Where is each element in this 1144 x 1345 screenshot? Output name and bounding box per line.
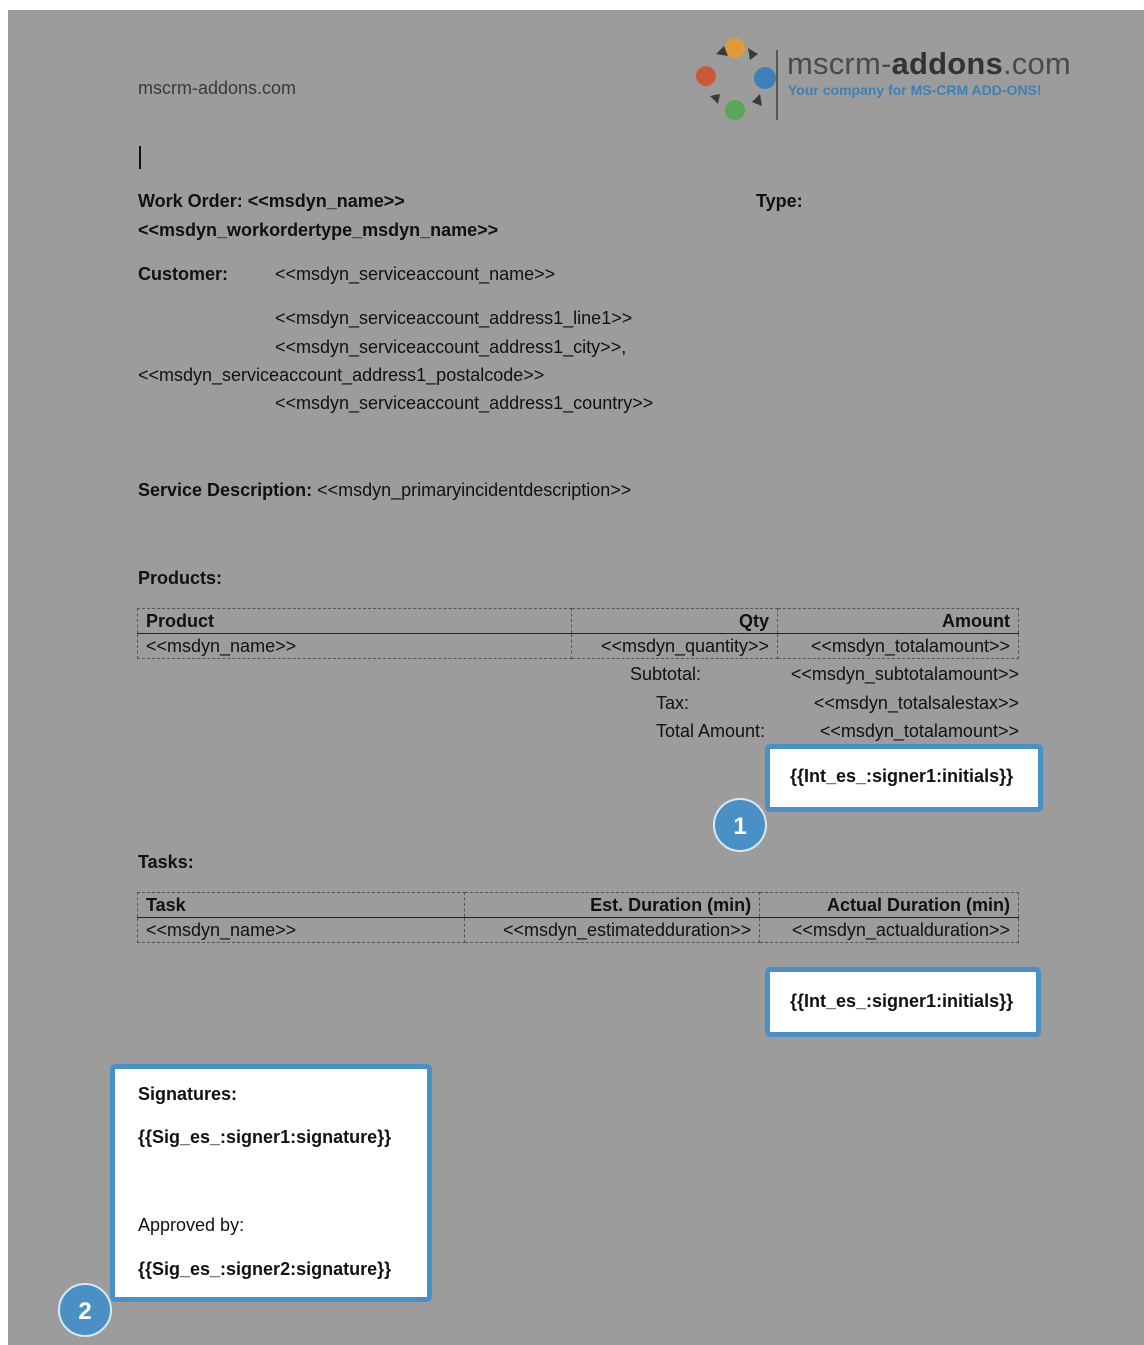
approved-by-label: Approved by:	[138, 1215, 245, 1235]
products-header-product: Product	[136, 608, 573, 634]
tasks-cell-actual-duration: <<msdyn_actualduration>>	[759, 917, 1019, 943]
products-cell-amount: <<msdyn_totalamount>>	[777, 633, 1019, 659]
logo-icon	[696, 38, 778, 120]
customer-address-line1: <<msdyn_serviceaccount_address1_line1>>	[275, 308, 633, 328]
products-title: Products:	[138, 568, 223, 588]
work-order-type-value: <<msdyn_workordertype_msdyn_name>>	[138, 220, 499, 240]
header-site-text: mscrm-addons.com	[138, 78, 297, 98]
customer-label: Customer:	[138, 264, 229, 284]
tax-value: <<msdyn_totalsalestax>>	[813, 693, 1019, 713]
products-header-row: Product Qty Amount	[136, 608, 1019, 634]
table-row: <<msdyn_name>> <<msdyn_estimatedduration…	[136, 917, 1019, 943]
tasks-header-actual-duration: Actual Duration (min)	[759, 892, 1019, 918]
total-amount-label: Total Amount:	[656, 721, 766, 741]
service-description: Service Description: <<msdyn_primaryinci…	[138, 480, 632, 500]
initials-callout-1: {{Int_es_:signer1:initials}}	[765, 744, 1043, 812]
text-cursor	[139, 146, 141, 169]
customer-address-country: <<msdyn_serviceaccount_address1_country>…	[275, 393, 654, 413]
tasks-cell-name: <<msdyn_name>>	[136, 917, 466, 943]
logo-wordmark: mscrm-addons.com	[787, 46, 1071, 81]
callout-badge-2: 2	[58, 1283, 112, 1337]
initials-field-2: {{Int_es_:signer1:initials}}	[790, 991, 1014, 1011]
subtotal-label: Subtotal:	[630, 664, 702, 684]
tasks-header-row: Task Est. Duration (min) Actual Duration…	[136, 892, 1019, 918]
tasks-cell-est-duration: <<msdyn_estimatedduration>>	[464, 917, 761, 943]
subtotal-value: <<msdyn_subtotalamount>>	[790, 664, 1019, 684]
table-row: <<msdyn_name>> <<msdyn_quantity>> <<msdy…	[136, 633, 1019, 659]
initials-callout-2: {{Int_es_:signer1:initials}}	[765, 967, 1041, 1037]
customer-name: <<msdyn_serviceaccount_name>>	[275, 264, 556, 284]
products-cell-qty: <<msdyn_quantity>>	[571, 633, 779, 659]
callout-badge-1: 1	[713, 798, 767, 852]
signer1-signature-field: {{Sig_es_:signer1:signature}}	[138, 1127, 392, 1147]
products-header-amount: Amount	[777, 608, 1019, 634]
tasks-table: Task Est. Duration (min) Actual Duration…	[136, 892, 1019, 943]
logo-tagline: Your company for MS-CRM ADD-ONS!	[788, 82, 1042, 98]
initials-field-1: {{Int_es_:signer1:initials}}	[790, 766, 1014, 786]
signer2-signature-field: {{Sig_es_:signer2:signature}}	[138, 1259, 392, 1279]
work-order-line: Work Order: <<msdyn_name>>	[138, 191, 405, 211]
signatures-title: Signatures:	[138, 1084, 238, 1104]
customer-address-postalcode: <<msdyn_serviceaccount_address1_postalco…	[138, 365, 545, 385]
products-table: Product Qty Amount <<msdyn_name>> <<msdy…	[136, 608, 1019, 659]
tasks-header-task: Task	[136, 892, 466, 918]
customer-address-city: <<msdyn_serviceaccount_address1_city>>,	[275, 337, 627, 357]
tax-label: Tax:	[656, 693, 690, 713]
tasks-header-est-duration: Est. Duration (min)	[464, 892, 761, 918]
total-amount-value: <<msdyn_totalamount>>	[819, 721, 1019, 741]
type-label: Type:	[756, 191, 803, 211]
products-cell-name: <<msdyn_name>>	[136, 633, 573, 659]
products-header-qty: Qty	[571, 608, 779, 634]
signatures-callout: Signatures: {{Sig_es_:signer1:signature}…	[110, 1064, 432, 1302]
tasks-title: Tasks:	[138, 852, 194, 872]
